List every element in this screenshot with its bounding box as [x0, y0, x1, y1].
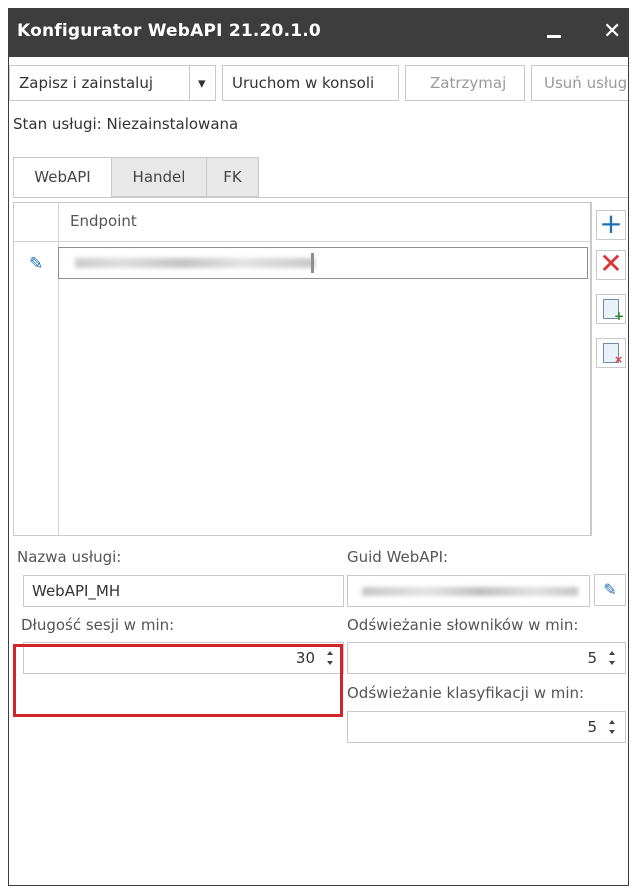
- window-title: Konfigurator WebAPI 21.20.1.0: [17, 21, 321, 41]
- classification-refresh-label: Odświeżanie klasyfikacji w min:: [347, 684, 585, 702]
- service-status: Stan usługi: Niezainstalowana: [13, 115, 239, 133]
- dictionary-refresh-label: Odświeżanie słowników w min:: [347, 616, 579, 634]
- endpoint-value-redacted: [75, 258, 315, 268]
- service-name-field[interactable]: WebAPI_MH: [23, 575, 344, 607]
- classification-refresh-spinner[interactable]: 5: [347, 711, 626, 743]
- edit-icon: ✎: [603, 580, 617, 599]
- toolbar: Zapisz i zainstaluj ▾ Uruchom w konsoli …: [9, 65, 628, 103]
- tab-webapi[interactable]: WebAPI: [13, 157, 112, 197]
- remove-service-button[interactable]: Usuń usługę: [531, 65, 628, 101]
- spinner-arrows-icon[interactable]: [607, 649, 617, 667]
- delete-icon: ✕: [599, 247, 623, 280]
- import-button[interactable]: +: [596, 294, 626, 324]
- spinner-arrows-icon[interactable]: [607, 718, 617, 736]
- edit-guid-button[interactable]: ✎: [594, 574, 626, 606]
- row-header-column: [14, 203, 59, 535]
- plus-badge-icon: +: [614, 309, 625, 323]
- close-button[interactable]: ✕: [603, 17, 621, 47]
- webapi-panel: Endpoint ✎ + ✕ + × Nazwa usługi: WebAPI_…: [13, 197, 628, 885]
- add-row-button[interactable]: +: [596, 210, 626, 240]
- minimize-button[interactable]: [539, 17, 569, 49]
- guid-field[interactable]: [347, 575, 590, 607]
- classification-refresh-value: 5: [587, 718, 597, 736]
- guid-label: Guid WebAPI:: [347, 548, 449, 566]
- endpoint-row[interactable]: ✎: [29, 247, 588, 279]
- text-cursor: [311, 253, 314, 273]
- grid-header: Endpoint: [14, 203, 590, 242]
- grid-side-buttons: + ✕ + ×: [591, 202, 628, 536]
- delete-row-button[interactable]: ✕: [596, 250, 626, 280]
- remove-document-button[interactable]: ×: [596, 338, 626, 368]
- dictionary-refresh-value: 5: [587, 649, 597, 667]
- service-name-value: WebAPI_MH: [32, 582, 121, 600]
- guid-value-redacted: [362, 587, 578, 596]
- dictionary-refresh-spinner[interactable]: 5: [347, 642, 626, 674]
- session-length-highlight: [13, 644, 343, 717]
- pencil-icon: ✎: [29, 254, 44, 274]
- configurator-window: Konfigurator WebAPI 21.20.1.0 ✕ Zapisz i…: [8, 8, 629, 886]
- endpoint-column-header[interactable]: Endpoint: [70, 212, 137, 230]
- session-length-label: Długość sesji w min:: [21, 616, 175, 634]
- endpoint-grid: Endpoint ✎: [13, 202, 591, 536]
- stop-button[interactable]: Zatrzymaj: [405, 65, 525, 101]
- tab-handel[interactable]: Handel: [111, 157, 207, 197]
- tab-fk[interactable]: FK: [206, 157, 259, 197]
- install-dropdown-button[interactable]: ▾: [189, 65, 216, 101]
- save-install-button[interactable]: Zapisz i zainstaluj: [9, 65, 190, 101]
- service-name-label: Nazwa usługi:: [17, 548, 122, 566]
- x-badge-icon: ×: [614, 353, 624, 366]
- plus-icon: +: [599, 207, 623, 240]
- run-console-button[interactable]: Uruchom w konsoli: [222, 65, 399, 101]
- title-bar[interactable]: Konfigurator WebAPI 21.20.1.0 ✕: [9, 9, 628, 57]
